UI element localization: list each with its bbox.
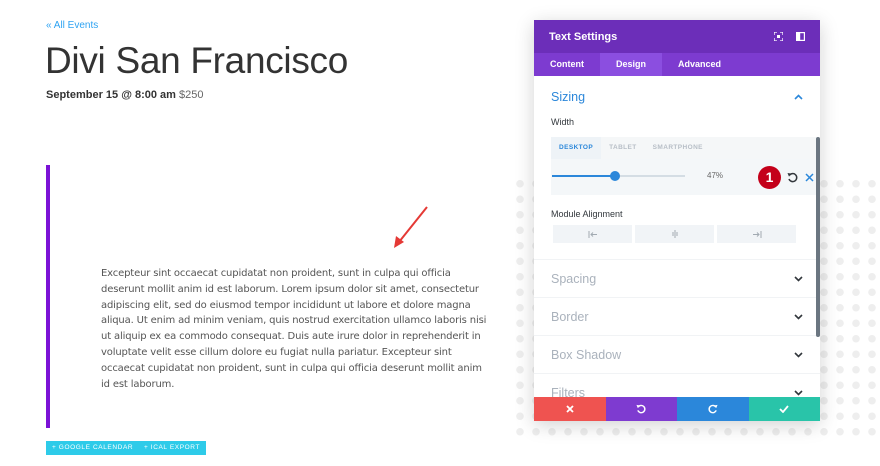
module-alignment-options [553, 225, 820, 243]
redo-button[interactable] [677, 397, 749, 421]
width-label: Width [551, 117, 575, 127]
event-price: $250 [179, 89, 204, 101]
checkmark-icon [779, 405, 789, 413]
panel-tabs: Content Design Advanced [534, 53, 820, 76]
width-slider-row: 47% 1 [551, 159, 816, 195]
chevron-down-icon [794, 313, 803, 320]
tab-design[interactable]: Design [600, 53, 663, 76]
step-number-badge: 1 [758, 166, 781, 189]
google-calendar-button[interactable]: + GOOGLE CALENDAR [46, 441, 140, 455]
event-title: Divi San Francisco [45, 40, 349, 81]
sizing-section-label: Sizing [551, 89, 586, 104]
module-alignment-label: Module Alignment [551, 209, 623, 219]
annotation-arrow-icon [394, 206, 428, 248]
text-settings-panel: Text Settings Content Design Advanced Si… [534, 20, 820, 421]
align-center-icon [672, 230, 677, 238]
expand-icon[interactable] [774, 32, 783, 41]
text-module-body[interactable]: Excepteur sint occaecat cupidatat non pr… [101, 266, 491, 392]
cancel-button[interactable] [534, 397, 606, 421]
panel-header[interactable]: Text Settings [534, 20, 820, 53]
align-center-button[interactable] [635, 225, 714, 243]
align-left-icon [588, 230, 597, 238]
device-tab-smartphone[interactable]: SMARTPHONE [645, 137, 711, 159]
align-left-button[interactable] [553, 225, 632, 243]
event-date: September 15 @ 8:00 am [46, 89, 176, 101]
tab-content[interactable]: Content [534, 53, 600, 76]
border-section-label: Border [551, 309, 589, 324]
save-button[interactable] [748, 397, 820, 421]
split-view-icon[interactable] [796, 32, 805, 41]
chevron-down-icon [794, 389, 803, 396]
close-icon[interactable] [805, 173, 814, 182]
sizing-section-toggle[interactable]: Sizing [534, 76, 820, 117]
border-section-toggle[interactable]: Border [534, 298, 820, 335]
undo-icon [636, 404, 646, 414]
reset-icon[interactable] [787, 172, 798, 183]
device-tab-desktop[interactable]: DESKTOP [551, 137, 602, 159]
chevron-down-icon [794, 351, 803, 358]
panel-body[interactable]: Sizing Width DESKTOP TABLET SMARTPHONE 4… [534, 76, 820, 397]
spacing-section-label: Spacing [551, 271, 597, 286]
chevron-up-icon [794, 93, 803, 100]
device-tab-tablet[interactable]: TABLET [601, 137, 645, 159]
panel-scrollbar[interactable] [816, 137, 820, 337]
filters-section-toggle[interactable]: Filters [534, 374, 820, 397]
all-events-link[interactable]: « All Events [46, 20, 98, 31]
box-shadow-section-toggle[interactable]: Box Shadow [534, 336, 820, 373]
text-module-left-border [46, 165, 50, 428]
width-slider-handle[interactable] [609, 171, 620, 181]
redo-icon [708, 404, 718, 414]
align-right-button[interactable] [717, 225, 796, 243]
device-tabs: DESKTOP TABLET SMARTPHONE [551, 137, 816, 159]
box-shadow-section-label: Box Shadow [551, 347, 622, 362]
chevron-down-icon [794, 275, 803, 282]
filters-section-label: Filters [551, 385, 586, 398]
spacing-section-toggle[interactable]: Spacing [534, 260, 820, 297]
panel-title: Text Settings [549, 30, 618, 43]
tab-advanced[interactable]: Advanced [662, 53, 737, 76]
width-slider-fill [552, 175, 615, 177]
panel-footer [534, 397, 820, 421]
width-value-input[interactable]: 47% [707, 171, 723, 180]
event-meta: September 15 @ 8:00 am $250 [46, 89, 204, 101]
align-right-icon [752, 230, 761, 238]
ical-export-button[interactable]: + ICAL EXPORT [138, 441, 207, 455]
undo-button[interactable] [605, 397, 677, 421]
close-icon [566, 405, 574, 413]
